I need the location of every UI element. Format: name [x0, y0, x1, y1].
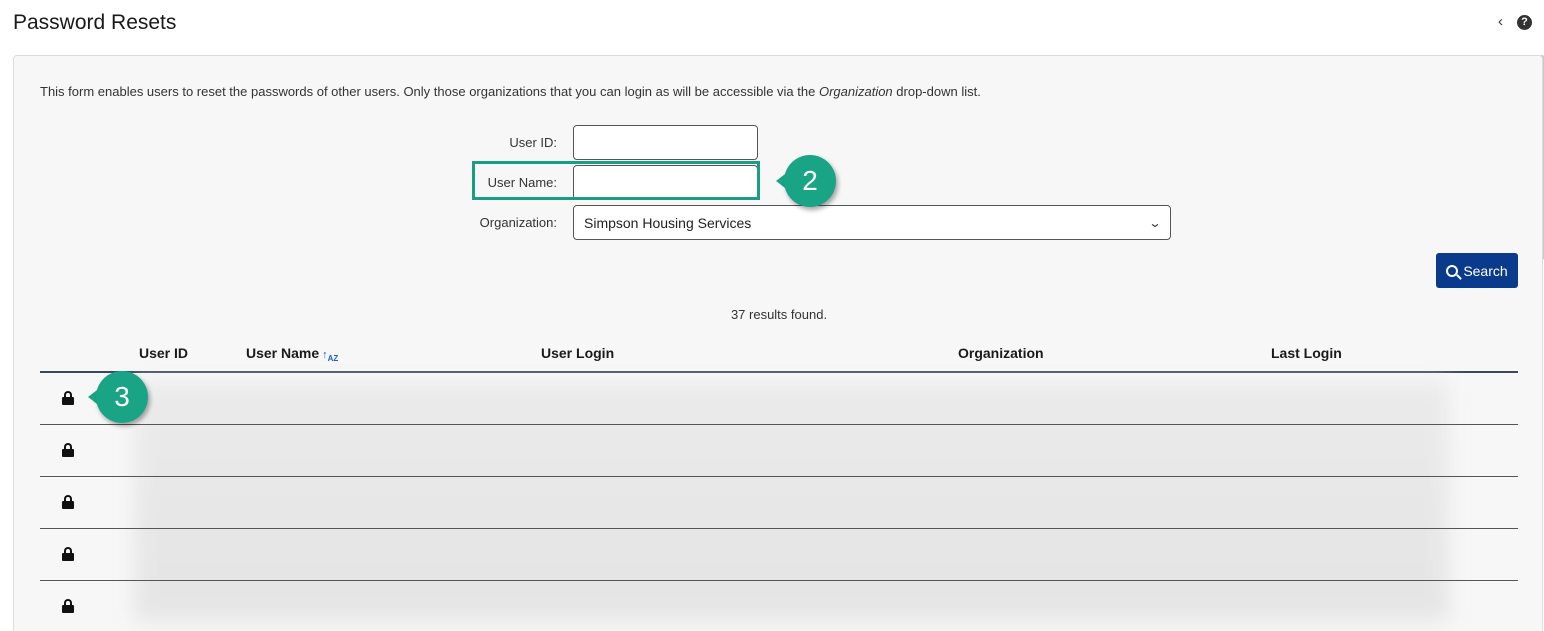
column-header-user-id[interactable]: User ID — [139, 345, 188, 361]
top-toolbar: ‹ ? — [1498, 14, 1532, 30]
lock-icon[interactable] — [62, 443, 74, 457]
table-row — [40, 373, 1518, 425]
search-button[interactable]: Search — [1436, 253, 1518, 288]
sort-alpha-icon: ↑AZ — [322, 349, 339, 364]
lock-icon[interactable] — [62, 495, 74, 509]
page-title: Password Resets — [13, 11, 177, 34]
table-row — [40, 581, 1518, 631]
column-header-user-name[interactable]: User Name ↑AZ — [246, 345, 338, 363]
search-button-label: Search — [1463, 262, 1508, 279]
table-row — [40, 425, 1518, 477]
column-header-last-login[interactable]: Last Login — [1271, 345, 1342, 361]
callout-3: 3 — [88, 371, 148, 423]
column-header-user-login[interactable]: User Login — [541, 345, 614, 361]
column-header-user-name-label: User Name — [246, 345, 320, 361]
results-count: 37 results found. — [730, 307, 828, 322]
lock-icon[interactable] — [62, 599, 74, 613]
callout-number: 3 — [96, 371, 148, 423]
chevron-down-icon: ⌄ — [1148, 215, 1162, 230]
user-name-highlight — [472, 161, 760, 200]
search-icon — [1446, 264, 1459, 277]
table-row — [40, 477, 1518, 529]
chevron-left-icon[interactable]: ‹ — [1498, 14, 1503, 30]
lock-icon[interactable] — [62, 547, 74, 561]
organization-select[interactable]: Simpson Housing Services ⌄ — [573, 205, 1171, 240]
user-id-input[interactable] — [573, 125, 758, 160]
password-reset-panel: This form enables users to reset the pas… — [13, 55, 1543, 631]
organization-selected-value: Simpson Housing Services — [584, 214, 752, 231]
organization-label: Organization: — [479, 215, 557, 230]
column-header-organization[interactable]: Organization — [958, 345, 1044, 361]
lock-icon[interactable] — [62, 391, 74, 405]
help-icon[interactable]: ? — [1517, 14, 1532, 30]
intro-text: This form enables users to reset the pas… — [40, 84, 981, 99]
table-row — [40, 529, 1518, 581]
user-id-label: User ID: — [509, 135, 557, 150]
callout-number: 2 — [784, 155, 836, 207]
callout-2: 2 — [776, 155, 836, 207]
